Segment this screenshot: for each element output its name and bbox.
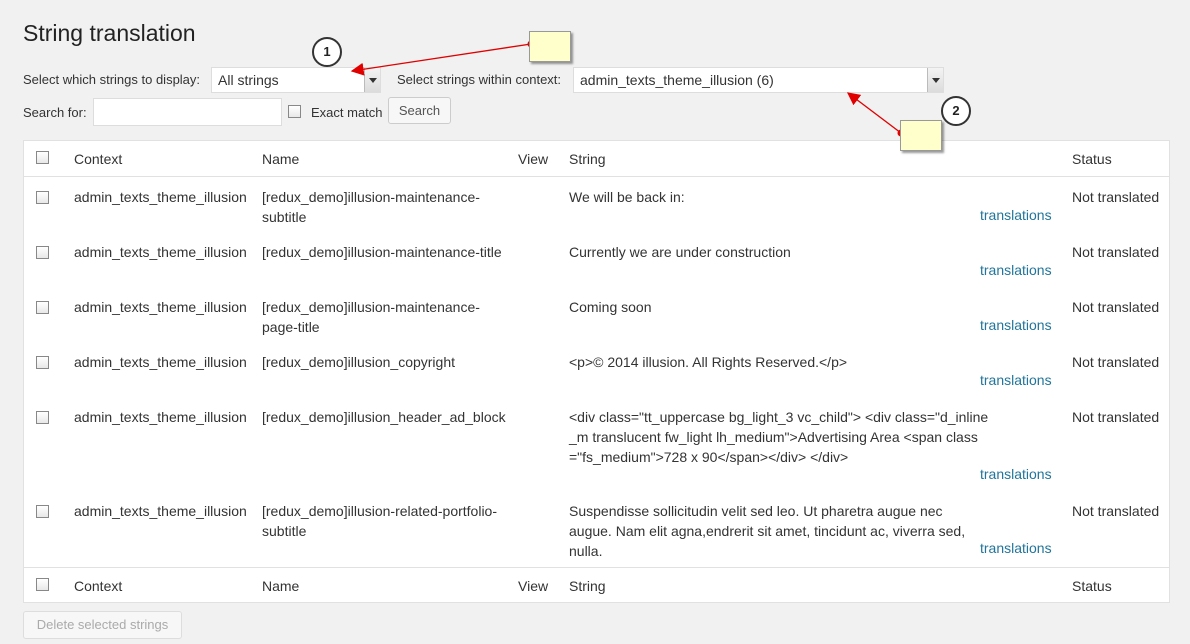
row-status: Not translated xyxy=(1072,299,1160,315)
context-filter-select[interactable]: admin_texts_theme_illusion (6) xyxy=(573,67,944,93)
table-row: admin_texts_theme_illusion [redux_demo]i… xyxy=(24,492,1169,566)
row-name: [redux_demo]illusion_copyright xyxy=(262,354,455,370)
column-status[interactable]: Status xyxy=(1072,149,1112,169)
select-all-checkbox-bottom[interactable] xyxy=(36,578,49,591)
column-view: View xyxy=(518,578,549,594)
column-name[interactable]: Name xyxy=(262,576,507,596)
row-context: admin_texts_theme_illusion xyxy=(74,244,247,260)
column-context[interactable]: Context xyxy=(74,149,122,169)
row-context: admin_texts_theme_illusion xyxy=(74,409,247,425)
table-row: admin_texts_theme_illusion [redux_demo]i… xyxy=(24,288,1169,343)
row-name: [redux_demo]illusion-maintenance-title xyxy=(262,244,502,260)
column-name[interactable]: Name xyxy=(262,149,507,169)
row-checkbox[interactable] xyxy=(36,411,49,424)
search-button[interactable]: Search xyxy=(388,97,451,124)
column-status[interactable]: Status xyxy=(1072,576,1112,596)
row-status: Not translated xyxy=(1072,409,1160,425)
row-string: Coming soon xyxy=(569,299,652,315)
callout-1: 1 xyxy=(312,37,342,67)
column-context[interactable]: Context xyxy=(74,576,122,596)
translations-link[interactable]: translations xyxy=(980,207,1052,223)
select-all-checkbox[interactable] xyxy=(36,151,49,164)
table-row: admin_texts_theme_illusion [redux_demo]i… xyxy=(24,398,1169,492)
row-checkbox[interactable] xyxy=(36,191,49,204)
row-string: <div class="tt_uppercase bg_light_3 vc_c… xyxy=(569,409,989,465)
callout-2: 2 xyxy=(941,96,971,126)
row-string: We will be back in: xyxy=(569,189,685,205)
row-name: [redux_demo]illusion-related-portfolio-s… xyxy=(262,503,498,539)
row-name: [redux_demo]illusion-maintenance-page-ti… xyxy=(262,299,480,335)
row-context: admin_texts_theme_illusion xyxy=(74,299,247,315)
search-input[interactable] xyxy=(93,98,282,126)
row-checkbox[interactable] xyxy=(36,246,49,259)
annotation-note xyxy=(529,31,571,62)
table-footer-header: Context Name View String Status xyxy=(24,567,1169,603)
row-string: Currently we are under construction xyxy=(569,244,791,260)
row-string: <p>© 2014 illusion. All Rights Reserved.… xyxy=(569,354,848,370)
translations-link[interactable]: translations xyxy=(980,317,1052,333)
delete-selected-button[interactable]: Delete selected strings xyxy=(23,611,182,639)
row-status: Not translated xyxy=(1072,244,1160,260)
row-checkbox[interactable] xyxy=(36,301,49,314)
row-string: Suspendisse sollicitudin velit sed leo. … xyxy=(569,503,966,559)
column-string[interactable]: String xyxy=(569,149,989,169)
page-title: String translation xyxy=(23,20,196,46)
row-name: [redux_demo]illusion-maintenance-subtitl… xyxy=(262,189,480,225)
row-context: admin_texts_theme_illusion xyxy=(74,354,247,370)
column-string[interactable]: String xyxy=(569,576,989,596)
row-status: Not translated xyxy=(1072,503,1160,519)
chevron-down-icon xyxy=(927,68,943,92)
row-context: admin_texts_theme_illusion xyxy=(74,189,247,205)
display-filter-value: All strings xyxy=(218,72,279,88)
context-filter-label: Select strings within context: xyxy=(397,72,562,87)
column-view: View xyxy=(518,151,549,167)
row-checkbox[interactable] xyxy=(36,356,49,369)
row-context: admin_texts_theme_illusion xyxy=(74,503,247,519)
strings-table: Context Name View String Status admin_te… xyxy=(23,140,1170,603)
table-row: admin_texts_theme_illusion [redux_demo]i… xyxy=(24,178,1169,233)
table-header: Context Name View String Status xyxy=(24,141,1169,177)
translations-link[interactable]: translations xyxy=(980,372,1052,388)
row-checkbox[interactable] xyxy=(36,505,49,518)
table-row: admin_texts_theme_illusion [redux_demo]i… xyxy=(24,233,1169,288)
exact-match-label: Exact match xyxy=(311,105,383,120)
context-filter-value: admin_texts_theme_illusion (6) xyxy=(580,72,774,88)
row-name: [redux_demo]illusion_header_ad_block xyxy=(262,409,506,425)
annotation-note xyxy=(900,120,942,151)
translations-link[interactable]: translations xyxy=(980,262,1052,278)
row-status: Not translated xyxy=(1072,354,1160,370)
translations-link[interactable]: translations xyxy=(980,466,1052,482)
chevron-down-icon xyxy=(364,68,380,92)
table-row: admin_texts_theme_illusion [redux_demo]i… xyxy=(24,343,1169,398)
exact-match-checkbox[interactable] xyxy=(288,105,301,118)
search-label: Search for: xyxy=(23,105,87,120)
translations-link[interactable]: translations xyxy=(980,540,1052,556)
display-filter-label: Select which strings to display: xyxy=(23,72,201,87)
display-filter-select[interactable]: All strings xyxy=(211,67,381,93)
row-status: Not translated xyxy=(1072,189,1160,205)
